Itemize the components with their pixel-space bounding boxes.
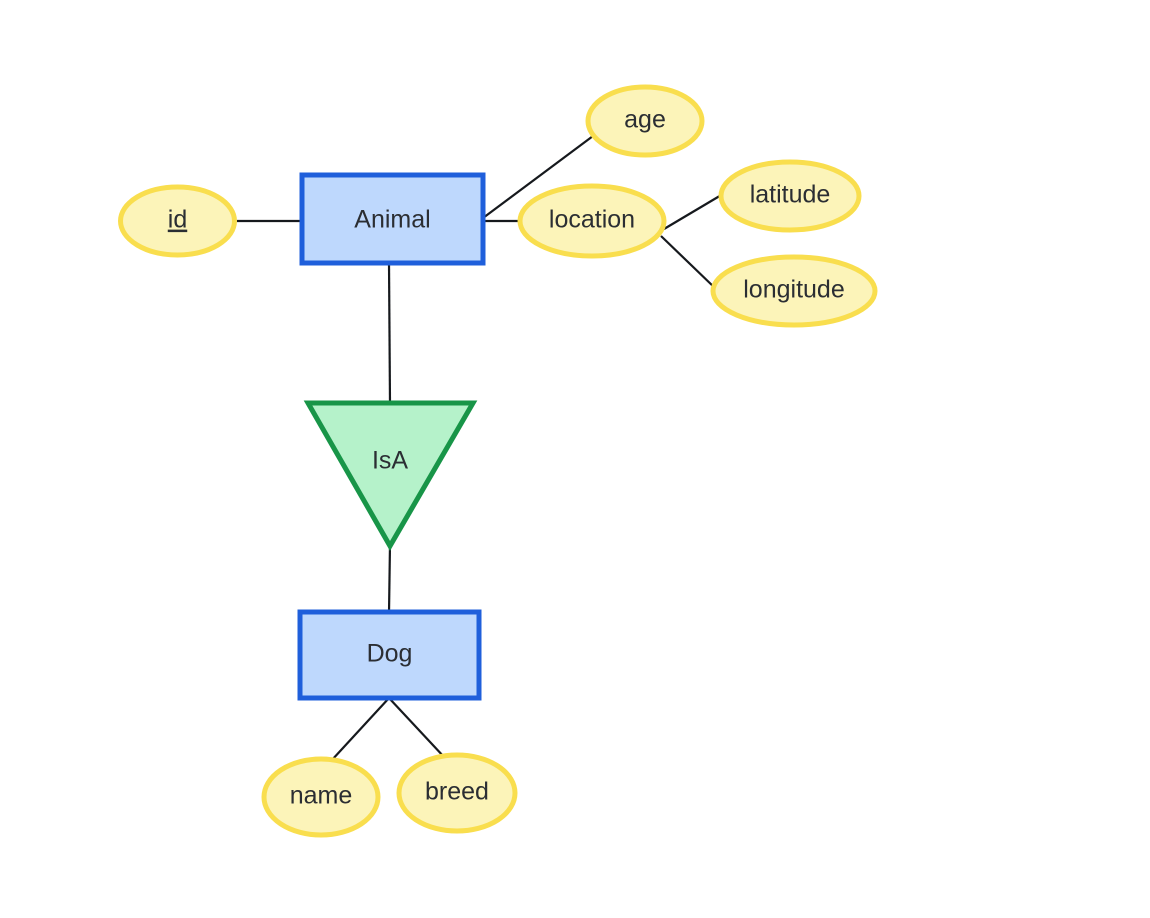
attribute-location-ellipse[interactable]: [517, 183, 667, 259]
attribute-name[interactable]: name: [261, 756, 381, 838]
er-diagram-canvas: Animal Dog IsA id age location latitude …: [0, 0, 1150, 918]
edge-dog-name: [330, 697, 390, 762]
attribute-name-ellipse[interactable]: [261, 756, 381, 838]
relationship-isa-triangle[interactable]: [303, 400, 478, 552]
attribute-longitude[interactable]: longitude: [710, 254, 878, 328]
edge-location-longitude: [660, 235, 717, 290]
edge-isa-dog: [387, 543, 392, 614]
attribute-age[interactable]: age: [585, 84, 705, 158]
attribute-id-ellipse[interactable]: [118, 184, 237, 258]
entity-animal[interactable]: Animal: [299, 172, 486, 266]
entity-animal-box[interactable]: [299, 172, 486, 266]
attribute-age-ellipse[interactable]: [585, 84, 705, 158]
relationship-isa[interactable]: IsA: [303, 400, 478, 552]
edge-dog-breed: [388, 697, 446, 759]
edge-animal-isa: [387, 262, 392, 405]
attribute-location[interactable]: location: [517, 183, 667, 259]
attribute-id[interactable]: id: [118, 184, 237, 258]
attribute-latitude[interactable]: latitude: [718, 159, 862, 233]
edge-location-latitude: [663, 193, 724, 230]
entity-dog-box[interactable]: [297, 609, 482, 701]
attribute-breed-ellipse[interactable]: [396, 752, 518, 834]
entity-dog[interactable]: Dog: [297, 609, 482, 701]
attribute-breed[interactable]: breed: [396, 752, 518, 834]
attribute-latitude-ellipse[interactable]: [718, 159, 862, 233]
attribute-longitude-ellipse[interactable]: [710, 254, 878, 328]
